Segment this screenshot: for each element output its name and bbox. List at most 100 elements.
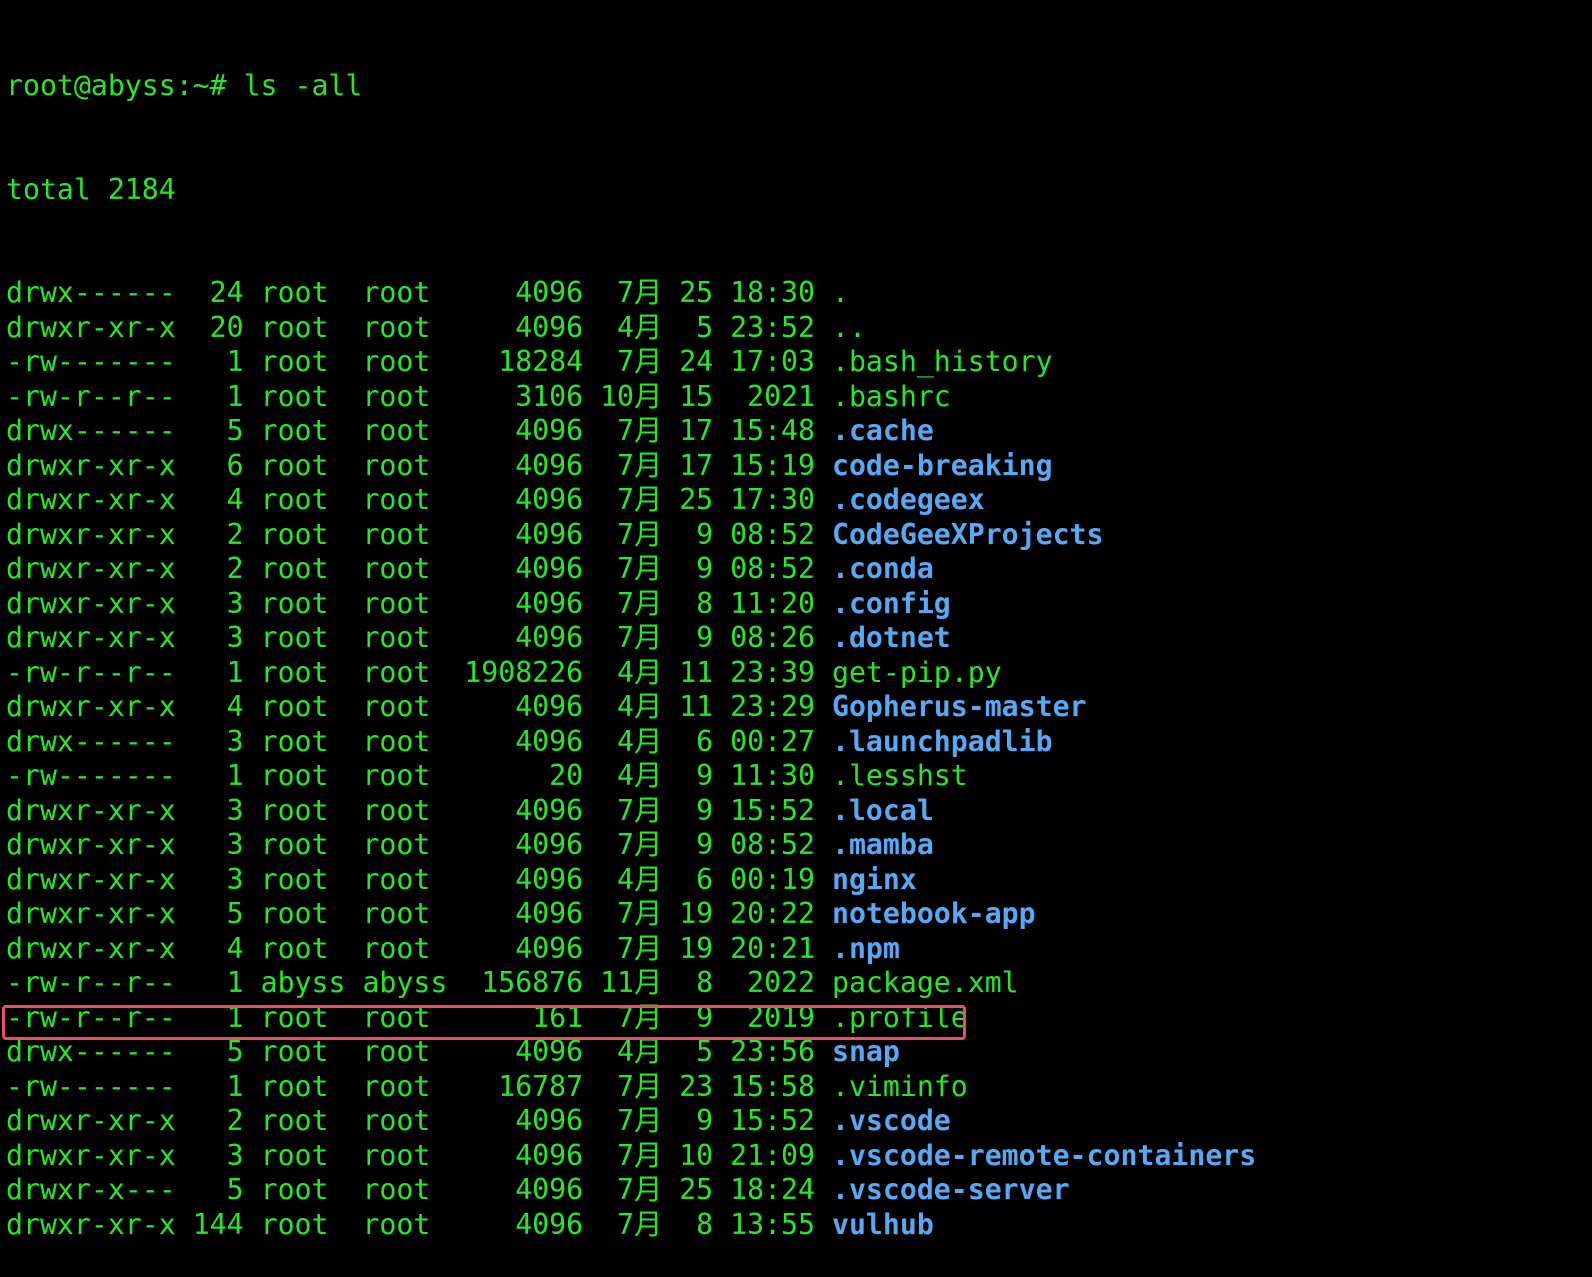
day: 25: [679, 483, 714, 516]
day: 23: [679, 1069, 714, 1103]
terminal-output[interactable]: root@abyss:~# ls -all total 2184 drwx---…: [6, 0, 1256, 1277]
listing-row-dot-bashrc: -rw-r--r-- 1 root root 3106 10月 15 2021 …: [6, 380, 1256, 415]
permissions: drwxr-xr-x: [6, 621, 176, 654]
owner: root: [260, 1207, 346, 1241]
file-name[interactable]: .dotnet: [832, 621, 951, 654]
month: 4月: [600, 310, 663, 344]
day: 24: [679, 345, 714, 378]
owner: root: [260, 759, 346, 792]
file-name[interactable]: snap: [832, 1035, 900, 1068]
permissions: drwxr-xr-x: [6, 552, 176, 585]
file-name[interactable]: Gopherus-master: [832, 690, 1087, 723]
day: 9: [679, 621, 714, 654]
listing-row-get-pip-py: -rw-r--r-- 1 root root 1908226 4月 11 23:…: [6, 656, 1256, 691]
group: root: [362, 379, 448, 413]
time: 15:52: [730, 793, 815, 827]
file-size: 4096: [464, 1035, 584, 1068]
file-name[interactable]: .local: [832, 794, 934, 827]
permissions: drwxr-xr-x: [6, 931, 176, 965]
listing-row-dot-launchpadlib: drwx------ 3 root root 4096 4月 6 00:27 .…: [6, 725, 1256, 760]
group: root: [362, 759, 448, 792]
time: 23:56: [730, 1035, 815, 1068]
listing-row-dot-dotnet: drwxr-xr-x 3 root root 4096 7月 9 08:26 .…: [6, 621, 1256, 656]
file-name[interactable]: .vscode-server: [832, 1173, 1070, 1206]
month: 7月: [600, 793, 663, 827]
file-name[interactable]: .lesshst: [832, 759, 968, 792]
link-count: 20: [192, 310, 244, 344]
owner: root: [260, 1138, 346, 1172]
month: 7月: [600, 414, 663, 447]
day: 25: [679, 276, 714, 309]
time: 17:30: [730, 483, 815, 516]
file-name[interactable]: vulhub: [832, 1208, 934, 1241]
file-name[interactable]: code-breaking: [832, 449, 1053, 482]
owner: root: [260, 828, 346, 861]
file-name[interactable]: .viminfo: [832, 1070, 968, 1103]
month: 4月: [600, 862, 663, 896]
link-count: 1: [192, 966, 244, 999]
file-name[interactable]: .config: [832, 587, 951, 620]
time: 18:24: [730, 1173, 815, 1206]
time: 08:52: [730, 517, 815, 551]
file-name[interactable]: .: [832, 276, 849, 309]
file-name[interactable]: notebook-app: [832, 897, 1036, 930]
link-count: 5: [192, 897, 244, 930]
permissions: drwxr-xr-x: [6, 897, 176, 930]
permissions: drwxr-xr-x: [6, 483, 176, 516]
file-name[interactable]: .mamba: [832, 828, 934, 861]
time: 15:58: [730, 1069, 815, 1103]
permissions: drwxr-xr-x: [6, 1207, 176, 1241]
file-name[interactable]: .vscode: [832, 1104, 951, 1137]
owner: root: [260, 276, 346, 309]
time: 13:55: [730, 1207, 815, 1241]
file-name[interactable]: .codegeex: [832, 483, 985, 516]
listing-row-vulhub: drwxr-xr-x 144 root root 4096 7月 8 13:55…: [6, 1208, 1256, 1243]
day: 11: [679, 655, 714, 689]
day: 9: [679, 552, 714, 585]
file-name[interactable]: ..: [832, 311, 866, 344]
time: 08:52: [730, 552, 815, 585]
link-count: 1: [192, 379, 244, 413]
month: 7月: [600, 448, 663, 482]
command-prompt-line: root@abyss:~# ls -all: [6, 69, 363, 102]
file-name[interactable]: nginx: [832, 863, 917, 896]
file-name[interactable]: .profile: [832, 1001, 968, 1034]
owner: root: [260, 379, 346, 413]
file-size: 4096: [464, 1207, 584, 1241]
link-count: 5: [192, 1035, 244, 1068]
file-name[interactable]: .npm: [832, 932, 900, 965]
owner: root: [260, 621, 346, 654]
file-name[interactable]: .conda: [832, 552, 934, 585]
file-name[interactable]: .cache: [832, 414, 934, 447]
day: 9: [679, 1000, 714, 1034]
day: 17: [679, 414, 714, 447]
day: 19: [679, 897, 714, 930]
permissions: -rw-r--r--: [6, 655, 176, 689]
file-name[interactable]: CodeGeeXProjects: [832, 518, 1104, 551]
file-name[interactable]: get-pip.py: [832, 656, 1002, 689]
link-count: 5: [192, 1173, 244, 1206]
month: 7月: [600, 552, 663, 585]
file-name[interactable]: .bash_history: [832, 345, 1053, 378]
time: 11:20: [730, 586, 815, 620]
owner: root: [260, 517, 346, 551]
owner: root: [260, 655, 346, 689]
month: 4月: [600, 724, 663, 758]
day: 6: [679, 724, 714, 758]
file-name[interactable]: package.xml: [832, 966, 1019, 999]
file-size: 4096: [464, 690, 584, 723]
permissions: drwxr-xr-x: [6, 690, 176, 723]
group: root: [362, 483, 448, 516]
time: 23:39: [730, 655, 815, 689]
file-size: 4096: [464, 448, 584, 482]
group: root: [362, 448, 448, 482]
file-name[interactable]: .vscode-remote-containers: [832, 1139, 1256, 1172]
day: 11: [679, 690, 714, 723]
group: root: [362, 276, 448, 309]
group: root: [362, 552, 448, 585]
file-name[interactable]: .launchpadlib: [832, 725, 1053, 758]
month: 7月: [600, 621, 663, 654]
file-name[interactable]: .bashrc: [832, 380, 951, 413]
file-size: 4096: [464, 621, 584, 654]
group: root: [362, 655, 448, 689]
